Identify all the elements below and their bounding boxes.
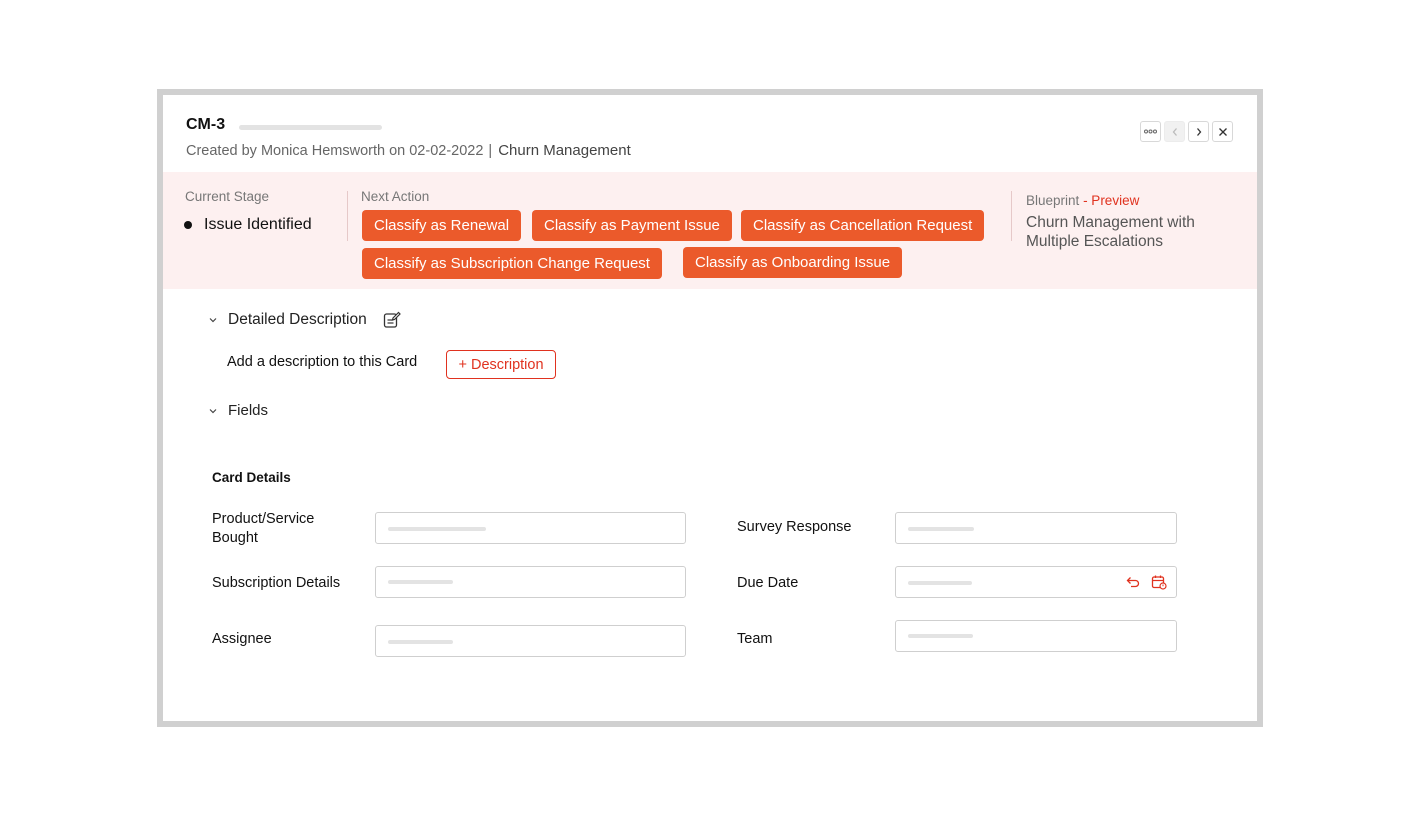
blueprint-preview-link[interactable]: - Preview bbox=[1083, 193, 1139, 208]
classify-subscription-change-request-button[interactable]: Classify as Subscription Change Request bbox=[362, 248, 662, 279]
description-section-toggle[interactable]: Detailed Description bbox=[207, 311, 401, 329]
header-actions bbox=[1140, 121, 1233, 142]
classify-payment-issue-button[interactable]: Classify as Payment Issue bbox=[532, 210, 732, 241]
classify-cancellation-request-button[interactable]: Classify as Cancellation Request bbox=[741, 210, 985, 241]
chevron-left-icon bbox=[1172, 127, 1177, 136]
card-detail-window: CM-3 Created by Monica Hemsworth on 02-0… bbox=[157, 89, 1263, 727]
description-hint: Add a description to this Card bbox=[227, 354, 418, 370]
current-stage: Issue Identified bbox=[184, 216, 312, 234]
blueprint-label: Blueprint - Preview bbox=[1026, 193, 1139, 208]
due-date-input[interactable] bbox=[895, 566, 1177, 598]
chevron-down-icon bbox=[209, 408, 217, 413]
previous-button[interactable] bbox=[1164, 121, 1185, 142]
chevron-right-icon bbox=[1196, 127, 1201, 136]
close-button[interactable] bbox=[1212, 121, 1233, 142]
undo-icon[interactable] bbox=[1125, 574, 1141, 590]
card-meta: Created by Monica Hemsworth on 02-02-202… bbox=[186, 142, 631, 159]
survey-response-input[interactable] bbox=[895, 512, 1177, 544]
add-description-button[interactable]: + Description bbox=[446, 350, 556, 379]
next-button[interactable] bbox=[1188, 121, 1209, 142]
blueprint-divider bbox=[1011, 191, 1012, 241]
stage-divider bbox=[347, 191, 348, 241]
input-placeholder bbox=[908, 634, 973, 638]
classify-onboarding-issue-button[interactable]: Classify as Onboarding Issue bbox=[683, 247, 903, 278]
subscription-details-label: Subscription Details bbox=[212, 575, 341, 591]
assignee-label: Assignee bbox=[212, 631, 272, 647]
card-header: CM-3 Created by Monica Hemsworth on 02-0… bbox=[163, 95, 1257, 172]
current-stage-value: Issue Identified bbox=[204, 216, 312, 233]
product-service-input[interactable] bbox=[375, 512, 686, 544]
team-label: Team bbox=[737, 631, 773, 647]
fields-heading: Fields bbox=[228, 402, 269, 419]
survey-response-label: Survey Response bbox=[737, 519, 852, 535]
due-date-label: Due Date bbox=[737, 575, 799, 591]
subscription-details-input[interactable] bbox=[375, 566, 686, 598]
meta-separator: | bbox=[488, 143, 493, 159]
card-details-heading: Card Details bbox=[212, 470, 291, 485]
calendar-icon[interactable] bbox=[1151, 574, 1167, 590]
card-title-placeholder[interactable] bbox=[239, 125, 382, 130]
current-stage-label: Current Stage bbox=[185, 189, 270, 204]
input-placeholder bbox=[388, 580, 453, 584]
assignee-input[interactable] bbox=[375, 625, 686, 657]
created-by-text: Created by Monica Hemsworth on 02-02-202… bbox=[186, 143, 484, 159]
product-service-label: Product/Service Bought bbox=[212, 511, 315, 546]
stage-dot-icon bbox=[184, 221, 192, 229]
card-id: CM-3 bbox=[186, 116, 226, 133]
input-placeholder bbox=[388, 640, 453, 644]
input-placeholder bbox=[908, 581, 972, 585]
fields-section-toggle[interactable]: Fields bbox=[207, 402, 268, 419]
classify-renewal-button[interactable]: Classify as Renewal bbox=[362, 210, 522, 241]
input-placeholder bbox=[388, 527, 486, 531]
more-icon bbox=[1144, 129, 1157, 134]
pipeline-name[interactable]: Churn Management bbox=[498, 142, 631, 159]
description-heading: Detailed Description bbox=[228, 311, 367, 328]
edit-note-icon[interactable] bbox=[383, 311, 401, 329]
team-input[interactable] bbox=[895, 620, 1177, 652]
blueprint-name: Churn Management with Multiple Escalatio… bbox=[1026, 214, 1195, 250]
close-icon bbox=[1218, 127, 1227, 136]
chevron-down-icon bbox=[209, 318, 217, 323]
due-date-icons bbox=[1125, 574, 1167, 590]
blueprint-label-text: Blueprint bbox=[1026, 193, 1080, 208]
input-placeholder bbox=[908, 527, 974, 531]
next-action-label: Next Action bbox=[361, 189, 430, 204]
more-button[interactable] bbox=[1140, 121, 1161, 142]
blueprint-stage-band: Current Stage Issue Identified Next Acti… bbox=[163, 172, 1257, 289]
